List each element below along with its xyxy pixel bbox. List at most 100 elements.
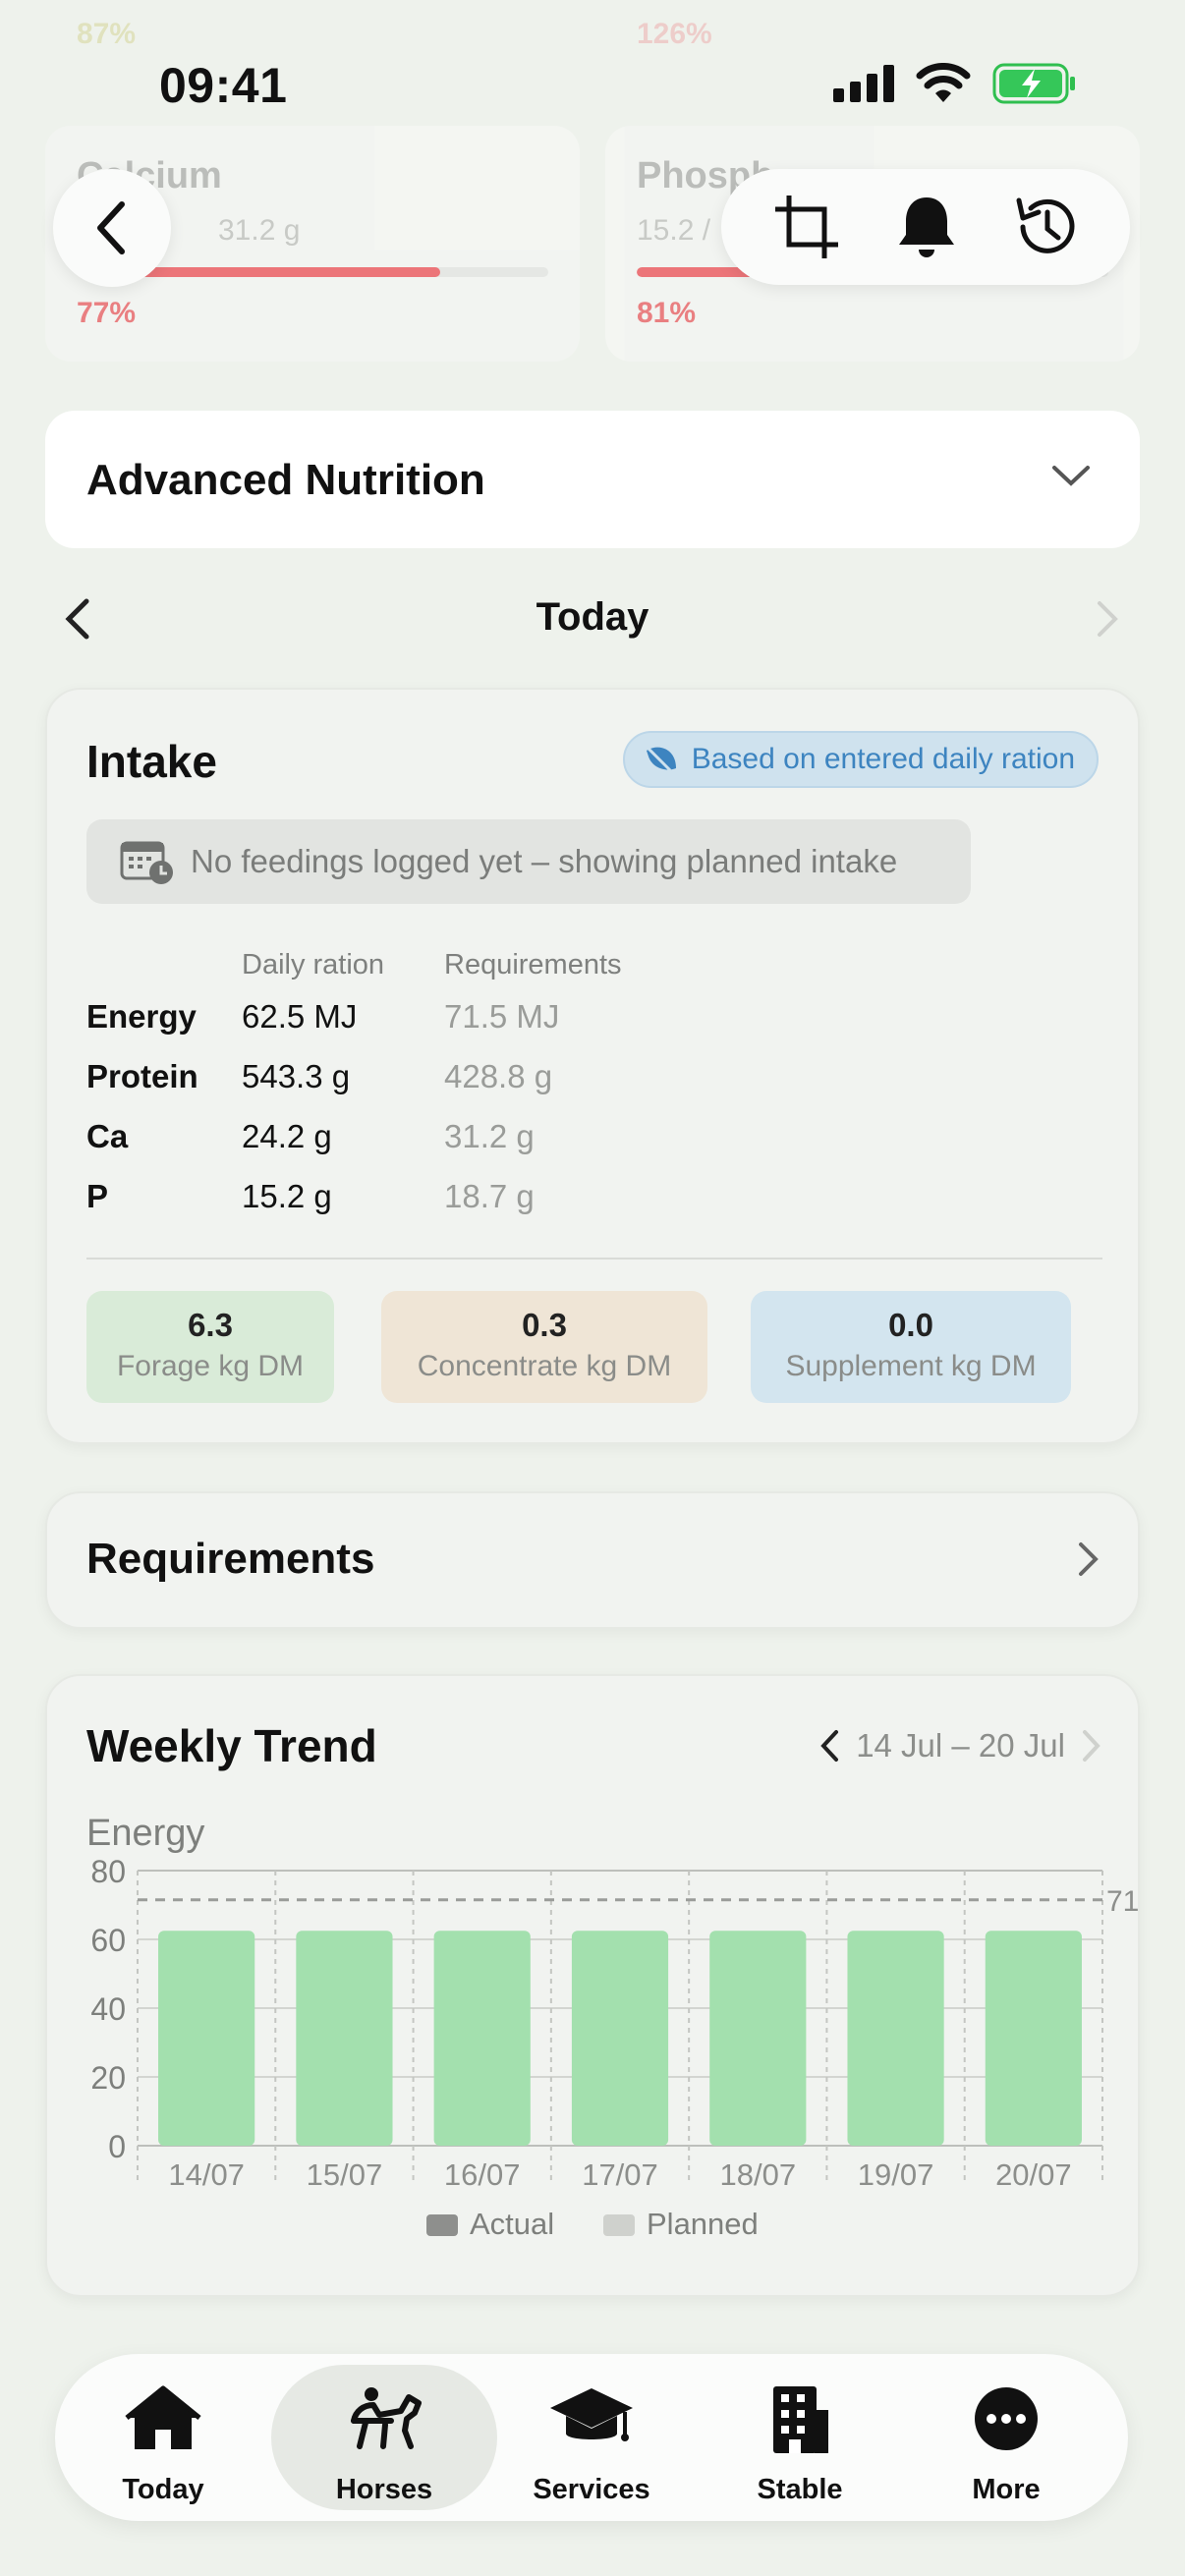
battery-charging-icon bbox=[992, 63, 1075, 104]
nutrient-percent: 81% bbox=[637, 297, 697, 329]
tab-more[interactable]: More bbox=[898, 2354, 1114, 2521]
supplement-label: Supplement kg DM bbox=[785, 1350, 1037, 1382]
tab-stable[interactable]: Stable bbox=[692, 2354, 908, 2521]
advanced-nutrition-label: Advanced Nutrition bbox=[86, 456, 485, 504]
tab-label: Today bbox=[122, 2474, 204, 2505]
forage-tile: 6.3 Forage kg DM bbox=[86, 1291, 334, 1403]
tab-services[interactable]: Services bbox=[483, 2354, 700, 2521]
tab-bar: Today Horses Services Stable More bbox=[55, 2354, 1128, 2521]
day-navigator: Today bbox=[0, 586, 1185, 654]
requirements-row[interactable]: Requirements bbox=[45, 1491, 1140, 1629]
row-label-ca: Ca bbox=[86, 1118, 129, 1154]
y-tick-label: 0 bbox=[108, 2129, 126, 2164]
row-req-ca: 31.2 g bbox=[444, 1118, 535, 1154]
ghost-percent-left: 87% bbox=[77, 18, 137, 50]
chevron-down-icon bbox=[1052, 466, 1090, 486]
x-tick-label: 17/07 bbox=[582, 2157, 658, 2192]
forage-label: Forage kg DM bbox=[116, 1350, 305, 1382]
building-icon bbox=[773, 2386, 828, 2453]
nutrient-value: 31.2 g bbox=[218, 214, 301, 247]
bar-planned bbox=[847, 1931, 944, 2146]
requirement-line-label: 71 bbox=[1106, 1885, 1139, 1918]
bell-icon[interactable] bbox=[895, 194, 958, 260]
notice-text: No feedings logged yet – showing planned… bbox=[191, 843, 898, 879]
tab-label: Services bbox=[533, 2474, 650, 2505]
leaf-icon bbox=[646, 747, 676, 772]
nutrient-percent: 77% bbox=[77, 297, 137, 329]
x-tick-label: 16/07 bbox=[444, 2157, 521, 2192]
tab-horses[interactable]: Horses bbox=[271, 2354, 497, 2521]
tab-label: Horses bbox=[335, 2474, 433, 2505]
x-tick-label: 14/07 bbox=[168, 2157, 245, 2192]
row-label-protein: Protein bbox=[86, 1058, 198, 1094]
row-req-p: 18.7 g bbox=[444, 1178, 535, 1214]
header-actions bbox=[721, 169, 1130, 285]
concentrate-tile: 0.3 Concentrate kg DM bbox=[381, 1291, 707, 1403]
house-icon bbox=[125, 2385, 201, 2449]
intake-card: Intake Based on entered daily ration No … bbox=[45, 688, 1140, 1444]
horse-rider-icon bbox=[351, 2387, 422, 2449]
row-label-energy: Energy bbox=[86, 998, 197, 1035]
ghost-percent-right: 126% bbox=[637, 18, 712, 50]
intake-title: Intake bbox=[86, 736, 217, 787]
tab-label: Stable bbox=[757, 2474, 843, 2505]
chevron-right-icon bbox=[1079, 1542, 1099, 1576]
x-tick-label: 15/07 bbox=[307, 2157, 383, 2192]
tab-label: More bbox=[972, 2474, 1041, 2505]
day-label: Today bbox=[536, 595, 649, 639]
requirements-header: Requirements bbox=[444, 949, 622, 980]
calendar-clock-icon bbox=[120, 841, 173, 884]
bar-planned bbox=[985, 1931, 1082, 2146]
nutrient-value: 15.2 / bbox=[637, 214, 711, 247]
y-tick-label: 40 bbox=[90, 1991, 126, 2027]
row-daily-protein: 543.3 g bbox=[242, 1058, 351, 1094]
forage-value: 6.3 bbox=[188, 1307, 233, 1343]
bar-planned bbox=[158, 1931, 255, 2146]
y-tick-label: 20 bbox=[90, 2060, 126, 2096]
tab-today[interactable]: Today bbox=[55, 2354, 271, 2521]
back-button[interactable] bbox=[53, 169, 171, 287]
y-tick-label: 60 bbox=[90, 1923, 126, 1958]
row-daily-energy: 62.5 MJ bbox=[242, 998, 358, 1035]
daily-ration-header: Daily ration bbox=[242, 949, 385, 980]
status-time: 09:41 bbox=[159, 58, 288, 113]
no-feedings-notice: No feedings logged yet – showing planned… bbox=[86, 819, 971, 904]
concentrate-value: 0.3 bbox=[522, 1307, 567, 1343]
cellular-signal-icon bbox=[833, 65, 894, 102]
ration-badge: Based on entered daily ration bbox=[622, 731, 1099, 788]
chart-title: Energy bbox=[86, 1813, 204, 1854]
requirements-label: Requirements bbox=[86, 1535, 375, 1583]
x-tick-label: 20/07 bbox=[995, 2157, 1072, 2192]
bar-planned bbox=[709, 1931, 807, 2146]
crop-icon[interactable] bbox=[771, 192, 842, 262]
x-tick-label: 19/07 bbox=[858, 2157, 934, 2192]
divider bbox=[86, 1258, 1102, 1260]
bar-planned bbox=[296, 1931, 393, 2146]
row-label-p: P bbox=[86, 1178, 109, 1214]
energy-chart: Energy 0 20 40 60 80 71 14/07 15/07 16/07 17/07 18… bbox=[86, 1813, 1139, 2241]
row-req-energy: 71.5 MJ bbox=[444, 998, 560, 1035]
back-chevron-icon bbox=[97, 201, 125, 254]
next-day-chevron-icon[interactable] bbox=[1095, 599, 1120, 639]
row-daily-p: 15.2 g bbox=[242, 1178, 332, 1214]
bar-planned bbox=[571, 1931, 669, 2146]
status-icons bbox=[833, 63, 1077, 104]
y-tick-label: 80 bbox=[90, 1854, 126, 1889]
history-icon[interactable] bbox=[1011, 193, 1080, 261]
legend-label: Planned bbox=[647, 2207, 759, 2241]
row-req-protein: 428.8 g bbox=[444, 1058, 553, 1094]
badge-text: Based on entered daily ration bbox=[691, 743, 1075, 775]
legend-swatch bbox=[426, 2214, 458, 2236]
weekly-trend-card: Weekly Trend 14 Jul – 20 Jul Energy 0 20 4… bbox=[45, 1674, 1140, 2297]
row-daily-ca: 24.2 g bbox=[242, 1118, 332, 1154]
legend-swatch bbox=[603, 2214, 635, 2236]
bar-planned bbox=[433, 1931, 531, 2146]
advanced-nutrition-toggle[interactable]: Advanced Nutrition bbox=[45, 411, 1140, 548]
supplement-tile: 0.0 Supplement kg DM bbox=[751, 1291, 1071, 1403]
legend-label: Actual bbox=[470, 2207, 554, 2241]
wifi-icon bbox=[916, 63, 971, 102]
graduation-cap-icon bbox=[550, 2388, 633, 2441]
x-tick-label: 18/07 bbox=[719, 2157, 796, 2192]
more-dots-icon bbox=[975, 2387, 1038, 2450]
supplement-value: 0.0 bbox=[888, 1307, 933, 1343]
